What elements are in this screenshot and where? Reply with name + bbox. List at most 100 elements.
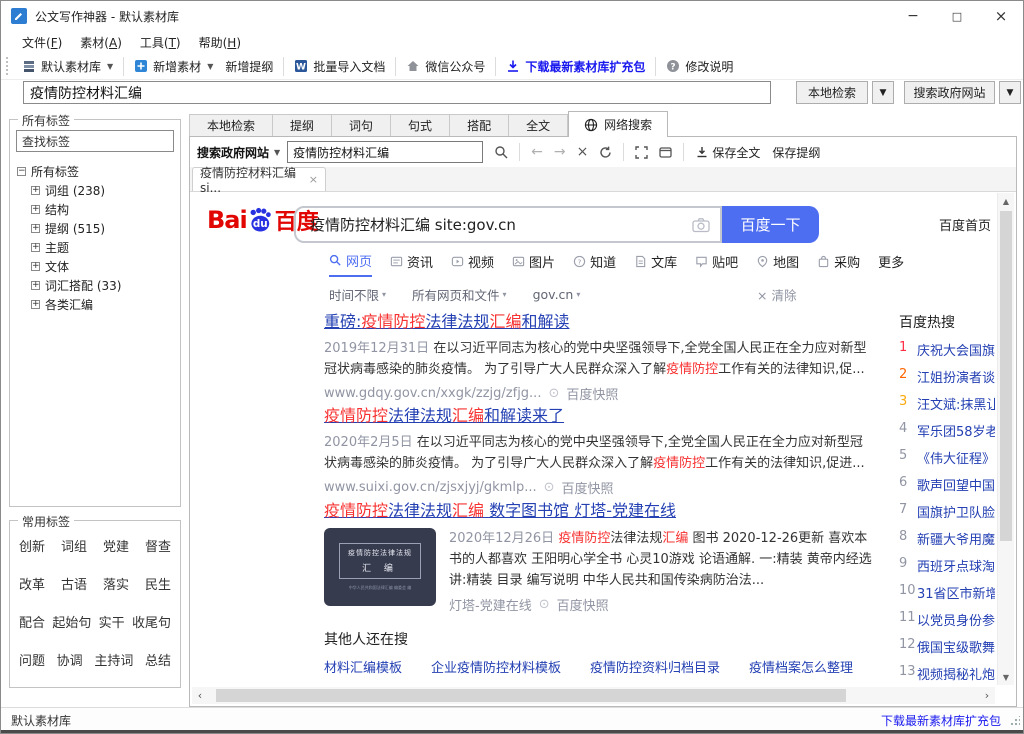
expand-icon[interactable]: + — [31, 281, 40, 290]
horizontal-scroll-thumb[interactable] — [216, 689, 846, 702]
scroll-down-icon[interactable]: ▼ — [998, 669, 1014, 685]
add-material-button[interactable]: 新增素材▼ — [128, 55, 219, 78]
refresh-icon[interactable] — [599, 146, 612, 159]
common-tag[interactable]: 督查 — [145, 536, 171, 555]
baidu-nav-视频[interactable]: 视频 — [451, 251, 494, 277]
scroll-right-icon[interactable]: › — [979, 687, 995, 704]
baidu-nav-地图[interactable]: 地图 — [756, 251, 799, 277]
result-title-link[interactable]: 重磅:疫情防控法律法规汇编和解读 — [324, 311, 872, 332]
maximize-button[interactable]: □ — [935, 1, 979, 31]
hot-search-item-2[interactable]: 2江姐扮演者谈张 — [899, 367, 995, 385]
tree-item-3[interactable]: +主题 — [31, 238, 176, 257]
related-link[interactable]: 疫情防控资料归档目录 — [590, 657, 720, 676]
tree-root[interactable]: −所有标签 — [17, 162, 176, 181]
baidu-search-box[interactable]: 疫情防控材料汇编 site:gov.cn — [294, 206, 722, 243]
gov-search-dropdown-arrow[interactable]: ▼ — [999, 81, 1021, 104]
related-link[interactable]: 疫情防控宣传材料 — [457, 684, 561, 685]
menu-item-file[interactable]: 文件(F) — [13, 32, 71, 53]
expand-icon[interactable]: + — [31, 300, 40, 309]
result-title-link[interactable]: 疫情防控法律法规汇编和解读来了 — [324, 405, 872, 426]
baidu-nav-网页[interactable]: 网页 — [329, 251, 372, 277]
expand-icon[interactable]: + — [31, 186, 40, 195]
gov-search-button[interactable]: 搜索政府网站 — [904, 81, 995, 104]
expand-icon[interactable]: + — [31, 243, 40, 252]
filter-所有网页和文件[interactable]: 所有网页和文件▾ — [412, 285, 507, 304]
scroll-up-icon[interactable]: ▲ — [998, 193, 1014, 209]
fullscreen-icon[interactable] — [635, 146, 648, 159]
download-pack-button[interactable]: 下载最新素材库扩充包 — [500, 55, 651, 78]
baidu-search-button[interactable]: 百度一下 — [722, 206, 819, 243]
result-title-link[interactable]: 疫情防控法律法规汇编 数字图书馆 灯塔-党建在线 — [324, 500, 872, 521]
browser-tab[interactable]: 疫情防控材料汇编 si... × — [192, 167, 326, 191]
common-tag[interactable]: 改革 — [19, 574, 45, 593]
menu-item-tools[interactable]: 工具(T) — [131, 32, 190, 53]
tree-item-4[interactable]: +文体 — [31, 257, 176, 276]
collapse-icon[interactable]: − — [17, 167, 26, 176]
wechat-account-button[interactable]: 微信公众号 — [400, 55, 491, 78]
main-search-input[interactable] — [23, 81, 771, 104]
expand-icon[interactable]: + — [31, 224, 40, 233]
tab-phrases[interactable]: 词句 — [332, 114, 391, 137]
common-tag[interactable]: 问题 — [19, 650, 45, 669]
common-tag[interactable]: 党建 — [103, 536, 129, 555]
common-tag[interactable]: 配合 — [19, 612, 45, 631]
baidu-snapshot-link[interactable]: 百度快照 — [566, 384, 618, 403]
common-tag[interactable]: 民生 — [145, 574, 171, 593]
hot-search-item-11[interactable]: 11以党员身份参加 — [899, 610, 995, 628]
baidu-snapshot-link[interactable]: 百度快照 — [562, 478, 614, 497]
vertical-scrollbar[interactable]: ▲ ▼ — [997, 193, 1014, 685]
hot-search-item-1[interactable]: 1庆祝大会国旗护 — [899, 340, 995, 358]
hot-search-item-7[interactable]: 7国旗护卫队脸上 — [899, 502, 995, 520]
forward-icon[interactable]: → — [554, 144, 566, 160]
tab-outline[interactable]: 提纲 — [273, 114, 332, 137]
related-link[interactable]: 材料汇编模板 — [324, 657, 402, 676]
baidu-nav-文库[interactable]: 文库 — [634, 251, 677, 277]
search-mode-button[interactable]: 搜索政府网站 ▼ — [197, 144, 280, 161]
hot-search-item-4[interactable]: 4军乐团58岁老兵 — [899, 421, 995, 439]
status-download-link[interactable]: 下载最新素材库扩充包 — [881, 712, 1001, 729]
tab-web-search[interactable]: 网络搜索 — [568, 111, 668, 137]
tab-close-icon[interactable]: × — [309, 173, 318, 186]
related-link[interactable]: 疫情防控归档范围和保管期限 — [590, 684, 759, 685]
tree-item-6[interactable]: +各类汇编 — [31, 295, 176, 314]
hot-search-item-9[interactable]: 9西班牙点球淘汰 — [899, 556, 995, 574]
baidu-nav-更多[interactable]: 更多 — [878, 251, 904, 277]
tab-local-search[interactable]: 本地检索 — [189, 114, 273, 137]
result-thumbnail[interactable]: 疫情防控法律法规汇 编中华人民共和国法律汇编 编委会 编 — [324, 528, 436, 606]
vertical-scroll-thumb[interactable] — [1000, 211, 1012, 541]
hot-search-item-5[interactable]: 5《伟大征程》这 — [899, 448, 995, 466]
tree-item-0[interactable]: +词组 (238) — [31, 181, 176, 200]
hot-search-item-10[interactable]: 1031省区市新增确 — [899, 583, 995, 601]
clear-filters-button[interactable]: × 清除 — [757, 285, 796, 304]
default-library-button[interactable]: 默认素材库▼ — [16, 55, 119, 78]
common-tag[interactable]: 词组 — [61, 536, 87, 555]
common-tag[interactable]: 协调 — [57, 650, 83, 669]
menu-item-material[interactable]: 素材(A) — [71, 32, 131, 53]
horizontal-scrollbar[interactable]: ‹ › — [192, 687, 995, 704]
expand-icon[interactable]: + — [31, 262, 40, 271]
related-link[interactable]: 企业疫情防控材料模板 — [431, 657, 561, 676]
related-link[interactable]: 疫情防控研判材料 — [324, 684, 428, 685]
common-tag[interactable]: 创新 — [19, 536, 45, 555]
browser-search-input[interactable] — [287, 141, 483, 163]
hot-search-item-8[interactable]: 8新疆大爷用魔方 — [899, 529, 995, 547]
tree-item-1[interactable]: +结构 — [31, 200, 176, 219]
hot-search-item-12[interactable]: 12俄国宝级歌舞团 — [899, 637, 995, 655]
common-tag[interactable]: 起始句 — [52, 612, 91, 631]
tree-item-2[interactable]: +提纲 (515) — [31, 219, 176, 238]
tab-full-text[interactable]: 全文 — [509, 114, 568, 137]
back-icon[interactable]: ← — [531, 144, 543, 160]
local-search-button[interactable]: 本地检索 — [796, 81, 868, 104]
hot-search-item-3[interactable]: 3汪文斌:抹黑让 — [899, 394, 995, 412]
change-notes-button[interactable]: ?修改说明 — [660, 55, 739, 78]
scroll-left-icon[interactable]: ‹ — [192, 687, 208, 704]
close-button[interactable]: × — [979, 1, 1023, 31]
common-tag[interactable]: 收尾句 — [132, 612, 171, 631]
baidu-nav-资讯[interactable]: 资讯 — [390, 251, 433, 277]
tab-sentence-patterns[interactable]: 句式 — [391, 114, 450, 137]
common-tag[interactable]: 古语 — [61, 574, 87, 593]
toolbar-grip[interactable] — [6, 57, 11, 75]
stop-icon[interactable]: × — [577, 144, 589, 160]
local-search-dropdown-arrow[interactable]: ▼ — [872, 81, 894, 104]
baidu-snapshot-link[interactable]: 百度快照 — [557, 595, 609, 614]
